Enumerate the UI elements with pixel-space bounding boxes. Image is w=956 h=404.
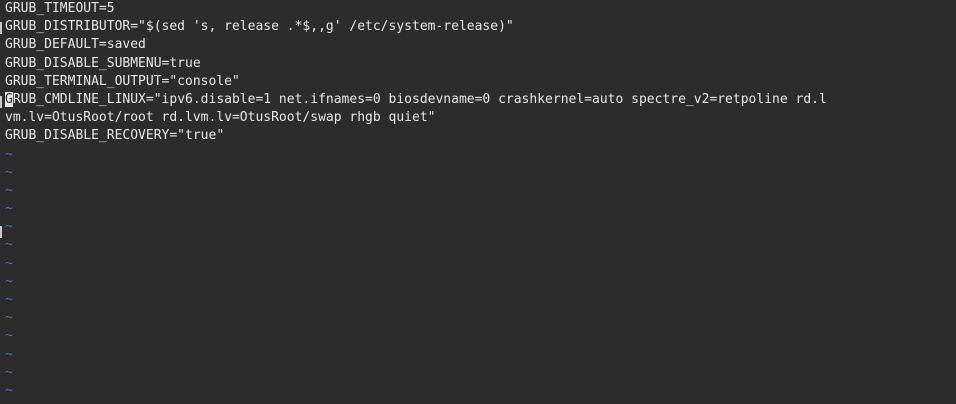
buffer-line: GRUB_DISABLE_RECOVERY="true"	[5, 128, 225, 144]
buffer-line: GRUB_DEFAULT=saved	[5, 37, 146, 53]
text-cursor: G	[5, 91, 13, 107]
window-left-edge	[0, 0, 2, 404]
empty-line-marker: ~	[5, 328, 13, 344]
buffer-line: GRUB_TIMEOUT=5	[5, 1, 115, 16]
buffer-line: GRUB_TERMINAL_OUTPUT="console"	[5, 73, 240, 89]
empty-line-marker: ~	[5, 292, 13, 307]
empty-line-marker: ~	[5, 219, 13, 235]
buffer-line: GRUB_DISABLE_SUBMENU=true	[5, 55, 201, 71]
empty-line-marker: ~	[5, 310, 13, 326]
edge-mark	[0, 22, 2, 34]
empty-line-marker: ~	[5, 346, 13, 362]
empty-line-marker: ~	[5, 237, 13, 253]
empty-line-marker: ~	[5, 146, 13, 162]
buffer-line-text: RUB_CMDLINE_LINUX="ipv6.disable=1 net.if…	[12, 91, 827, 107]
empty-line-marker: ~	[5, 255, 13, 271]
buffer-line-cursor: GRUB_CMDLINE_LINUX="ipv6.disable=1 net.i…	[5, 91, 956, 109]
empty-line-marker: ~	[5, 164, 13, 180]
empty-line-marker: ~	[5, 273, 13, 289]
empty-line-marker: ~	[5, 364, 13, 380]
buffer-line: GRUB_DISTRIBUTOR="$(sed 's, release .*$,…	[5, 19, 514, 35]
edge-mark	[0, 226, 2, 238]
edge-mark	[0, 96, 2, 108]
empty-line-marker: ~	[5, 382, 13, 398]
empty-line-marker: ~	[5, 201, 13, 217]
vim-editor[interactable]: GRUB_TIMEOUT=5 GRUB_DISTRIBUTOR="$(sed '…	[0, 0, 956, 404]
empty-line-marker: ~	[5, 182, 13, 198]
buffer-line-wrapped: vm.lv=OtusRoot/root rd.lvm.lv=OtusRoot/s…	[5, 110, 436, 126]
